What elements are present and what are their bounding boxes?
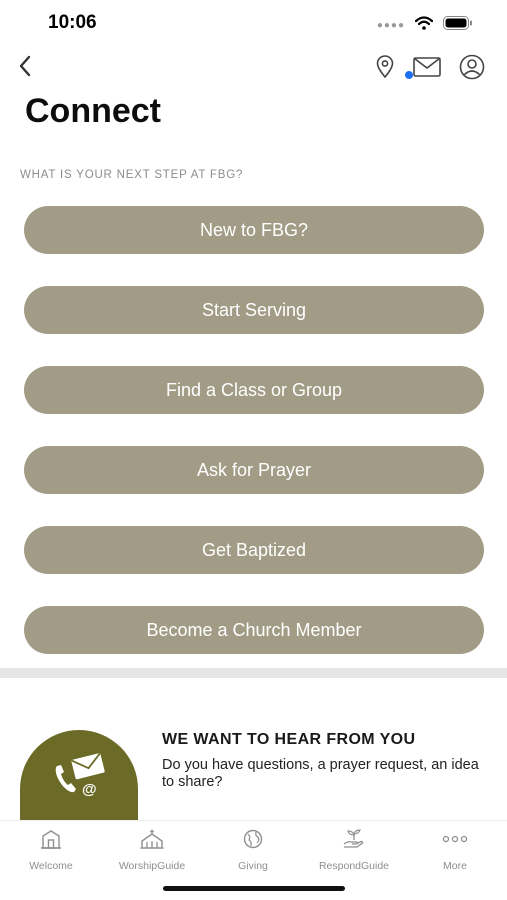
svg-text:@: @ — [82, 781, 97, 798]
status-time: 10:06 — [48, 12, 97, 33]
more-dots-icon — [442, 829, 468, 854]
tab-label: RespondGuide — [318, 860, 390, 872]
home-indicator[interactable] — [163, 886, 345, 891]
plant-hand-icon — [343, 829, 365, 854]
globe-icon — [243, 829, 263, 854]
back-button[interactable] — [12, 54, 38, 82]
tab-label: Welcome — [29, 860, 73, 872]
find-class-or-group-button[interactable]: Find a Class or Group — [24, 366, 484, 414]
tab-respondguide[interactable]: RespondGuide — [304, 829, 404, 872]
section-divider — [0, 668, 507, 678]
tab-giving[interactable]: Giving — [203, 829, 303, 872]
status-indicators: ●●●● — [377, 16, 473, 35]
next-step-button-list: New to FBG? Start Serving Find a Class o… — [24, 206, 484, 686]
wifi-icon — [414, 16, 434, 35]
contact-description: Do you have questions, a prayer request,… — [162, 757, 479, 790]
tab-label: WorshipGuide — [118, 860, 186, 872]
mail-icon — [413, 57, 441, 82]
become-church-member-button[interactable]: Become a Church Member — [24, 606, 484, 654]
get-baptized-button[interactable]: Get Baptized — [24, 526, 484, 574]
chevron-left-icon — [18, 55, 32, 82]
tab-worshipguide[interactable]: WorshipGuide — [102, 829, 202, 872]
contact-us-button[interactable]: @ — [20, 730, 138, 828]
tab-label: More — [443, 860, 467, 872]
start-serving-button[interactable]: Start Serving — [24, 286, 484, 334]
page-title: Connect — [25, 92, 161, 130]
contact-heading: WE WANT TO HEAR FROM YOU — [162, 731, 416, 748]
section-label: WHAT IS YOUR NEXT STEP AT FBG? — [20, 169, 244, 181]
tab-welcome[interactable]: Welcome — [1, 829, 101, 872]
new-to-fbg-button[interactable]: New to FBG? — [24, 206, 484, 254]
church-building-icon — [40, 829, 62, 854]
location-button[interactable] — [375, 55, 395, 84]
tab-label: Giving — [238, 860, 268, 872]
phone-mail-icon: @ — [51, 752, 107, 803]
chapel-icon — [140, 829, 164, 854]
nav-actions — [375, 54, 485, 85]
messages-button[interactable] — [405, 57, 441, 82]
status-bar: 10:06 ●●●● — [0, 0, 507, 46]
cellular-signal-icon: ●●●● — [376, 19, 405, 31]
user-profile-icon — [459, 54, 485, 85]
battery-icon — [443, 16, 473, 35]
navigation-bar — [0, 52, 507, 84]
profile-button[interactable] — [459, 54, 485, 85]
tab-more[interactable]: More — [405, 829, 505, 872]
unread-indicator — [405, 71, 413, 79]
location-pin-icon — [375, 55, 395, 84]
ask-for-prayer-button[interactable]: Ask for Prayer — [24, 446, 484, 494]
